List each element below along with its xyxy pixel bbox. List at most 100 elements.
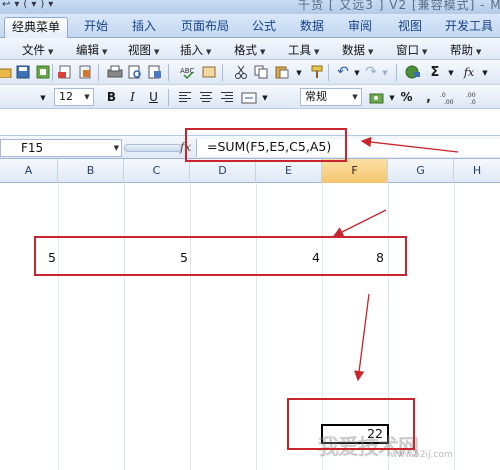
- tab-developer[interactable]: 开发工具: [440, 17, 498, 38]
- decrease-decimal-button[interactable]: .00.0: [466, 89, 484, 107]
- align-center-icon[interactable]: [199, 90, 213, 103]
- toolbar-separator: [168, 64, 169, 81]
- percent-button[interactable]: %: [398, 89, 415, 106]
- tab-data[interactable]: 数据: [292, 17, 332, 38]
- increase-decimal-button[interactable]: .0.00: [440, 89, 458, 107]
- number-format-field[interactable]: 常规 ▼: [300, 88, 362, 106]
- redo-dropdown-icon[interactable]: ▼: [376, 64, 394, 82]
- menu-tools[interactable]: 工具 ▼: [288, 42, 319, 58]
- merge-dropdown-icon[interactable]: ▼: [256, 89, 274, 107]
- toolbar-separator: [222, 64, 223, 81]
- menu-file[interactable]: 文件 ▼: [22, 42, 53, 58]
- open-folder-icon[interactable]: [0, 63, 14, 81]
- paste-dropdown-icon[interactable]: ▼: [290, 64, 308, 82]
- column-header-d[interactable]: D: [190, 159, 256, 183]
- toolbar-spacer: [0, 109, 500, 135]
- menu-insert[interactable]: 插入 ▼: [180, 42, 211, 58]
- toolbar-separator: [52, 64, 53, 81]
- chevron-down-icon: ▼: [260, 48, 266, 56]
- chevron-down-icon: ▼: [48, 48, 54, 56]
- svg-text:ABC: ABC: [180, 67, 194, 75]
- svg-text:.00: .00: [444, 99, 454, 105]
- grid-line: [124, 183, 125, 470]
- chevron-down-icon[interactable]: ▼: [349, 89, 361, 105]
- menu-window[interactable]: 窗口 ▼: [396, 42, 427, 58]
- formula-input[interactable]: =SUM(F5,E5,C5,A5): [196, 139, 500, 157]
- menu-data[interactable]: 数据 ▼: [342, 42, 373, 58]
- cut-icon[interactable]: [232, 63, 250, 81]
- chevron-down-icon: ▼: [476, 48, 482, 56]
- undo-icon[interactable]: ↩: [2, 0, 10, 10]
- tab-review[interactable]: 审阅: [340, 17, 380, 38]
- formatting-toolbar: ▼ 12 ▼ B I U ▼ 常规 ▼ ▼ % , .0.00 .00.0: [0, 85, 500, 109]
- underline-button[interactable]: U: [145, 89, 162, 106]
- align-left-icon[interactable]: [178, 90, 192, 103]
- quick-access-toolbar: ↩ ▾ ( ▾ ) ▾: [0, 0, 53, 11]
- print-preview-icon[interactable]: [126, 63, 144, 81]
- grid-line: [454, 183, 455, 470]
- column-headers: A B C D E F G H: [0, 159, 500, 183]
- font-size-field[interactable]: 12 ▼: [54, 88, 94, 106]
- chevron-down-icon[interactable]: ▼: [114, 140, 119, 156]
- watermark-url: www.52ij.com: [390, 450, 453, 460]
- menu-file-label: 文件: [22, 43, 45, 57]
- column-header-f[interactable]: F: [322, 159, 388, 183]
- qat-customize-icon[interactable]: ▾: [48, 0, 53, 10]
- svg-text:.0: .0: [470, 99, 476, 105]
- chevron-down-icon: ▼: [206, 48, 212, 56]
- menu-help[interactable]: 帮助 ▼: [450, 42, 481, 58]
- column-header-b[interactable]: B: [58, 159, 124, 183]
- hyperlink-icon[interactable]: [404, 63, 422, 81]
- menu-help-label: 帮助: [450, 43, 473, 57]
- tab-view[interactable]: 视图: [390, 17, 430, 38]
- worksheet-grid[interactable]: 5 5 4 8 22 我爱技术网 www.52ij.com: [0, 183, 500, 470]
- autosum-dropdown-icon[interactable]: ▼: [442, 64, 460, 82]
- menu-data-label: 数据: [342, 43, 365, 57]
- bold-button[interactable]: B: [103, 89, 120, 106]
- grid-line: [58, 183, 59, 470]
- redo-dropdown-icon[interactable]: ▾: [31, 0, 36, 10]
- research-icon[interactable]: [146, 63, 164, 81]
- font-name-dropdown-icon[interactable]: ▼: [34, 89, 52, 107]
- chevron-down-icon[interactable]: ▼: [81, 89, 93, 105]
- cell-f5[interactable]: 8: [354, 250, 384, 265]
- email-attachment-icon[interactable]: [56, 63, 74, 81]
- column-header-e[interactable]: E: [256, 159, 322, 183]
- copy-icon[interactable]: [252, 63, 270, 81]
- cell-e5[interactable]: 4: [290, 250, 320, 265]
- tab-home[interactable]: 开始: [76, 17, 116, 38]
- chevron-down-icon: ▼: [422, 48, 428, 56]
- name-box[interactable]: F15 ▼: [0, 139, 122, 157]
- research-book-icon[interactable]: [200, 63, 218, 81]
- ribbon-tabs: 经典菜单 开始 插入 页面布局 公式 数据 审阅 视图 开发工具: [0, 14, 500, 38]
- column-header-c[interactable]: C: [124, 159, 190, 183]
- column-header-g[interactable]: G: [388, 159, 454, 183]
- italic-button[interactable]: I: [124, 89, 141, 106]
- cell-a5[interactable]: 5: [26, 250, 56, 265]
- format-painter-icon[interactable]: [308, 63, 326, 81]
- grid-line: [190, 183, 191, 470]
- undo-dropdown-icon[interactable]: ▾: [14, 0, 19, 10]
- tab-page-layout[interactable]: 页面布局: [172, 17, 238, 38]
- insert-function-icon[interactable]: fx: [180, 140, 191, 154]
- print-icon[interactable]: [106, 63, 124, 81]
- save-icon[interactable]: [14, 63, 32, 81]
- document-icon[interactable]: [76, 63, 94, 81]
- menu-edit[interactable]: 编辑 ▼: [76, 42, 107, 58]
- tab-insert[interactable]: 插入: [124, 17, 164, 38]
- name-box-resize-handle[interactable]: [124, 144, 182, 152]
- toolbar-separator: [168, 89, 169, 106]
- permission-icon[interactable]: [34, 63, 52, 81]
- align-right-icon[interactable]: [220, 90, 234, 103]
- spelling-icon[interactable]: ABC: [180, 63, 198, 81]
- function-dropdown-icon[interactable]: ▼: [476, 64, 494, 82]
- comma-button[interactable]: ,: [420, 89, 437, 106]
- menu-format[interactable]: 格式 ▼: [234, 42, 265, 58]
- cell-c5[interactable]: 5: [158, 250, 188, 265]
- redo-bracket-right: ): [40, 0, 45, 10]
- column-header-a[interactable]: A: [0, 159, 58, 183]
- tab-formulas[interactable]: 公式: [244, 17, 284, 38]
- tab-classic-menu[interactable]: 经典菜单: [4, 17, 68, 38]
- column-header-h[interactable]: H: [454, 159, 500, 183]
- menu-view[interactable]: 视图 ▼: [128, 42, 159, 58]
